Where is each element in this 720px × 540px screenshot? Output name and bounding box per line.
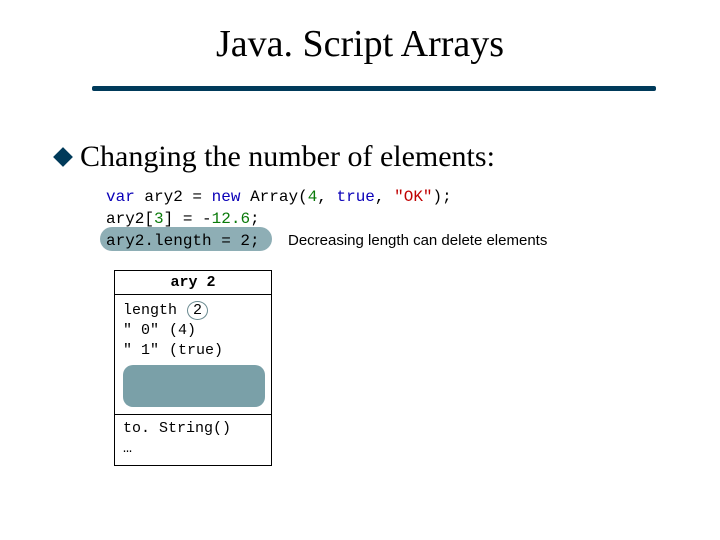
table-row: length 2 — [123, 301, 263, 321]
code-ident: Array — [250, 188, 298, 206]
code-text: ary2.length = 2; — [106, 232, 260, 250]
title-wrap: Java. Script Arrays — [0, 22, 720, 66]
code-number: 3 — [154, 210, 164, 228]
circled-value: 2 — [187, 301, 208, 320]
method-row: to. String() — [123, 419, 263, 439]
code-text: ] = - — [164, 210, 212, 228]
code-text — [240, 188, 250, 206]
page-title: Java. Script Arrays — [216, 22, 504, 66]
prop-val: (true) — [169, 341, 223, 361]
object-name: ary 2 — [115, 271, 271, 295]
code-text: ; — [250, 210, 260, 228]
bullet-row: Changing the number of elements: — [56, 140, 495, 174]
code-block: var ary2 = new Array(4, true, "OK"); ary… — [106, 186, 452, 230]
code-ident: ary2[ — [106, 210, 154, 228]
code-keyword: new — [212, 188, 241, 206]
slide: Java. Script Arrays Changing the number … — [0, 0, 720, 540]
code-text: , — [375, 188, 394, 206]
prop-val: 2 — [187, 301, 208, 321]
code-line-3: ary2.length = 2; — [106, 230, 260, 252]
code-string: "OK" — [394, 188, 432, 206]
diamond-bullet-icon — [53, 147, 73, 167]
prop-key: " 0" — [123, 321, 159, 341]
prop-key: " 1" — [123, 341, 159, 361]
table-row: " 1" (true) — [123, 341, 263, 361]
code-number: 4 — [308, 188, 318, 206]
prop-key: length — [123, 301, 177, 321]
code-text — [135, 188, 145, 206]
deleted-overlay — [123, 365, 265, 407]
object-diagram: ary 2 length 2 " 0" (4) " 1" (true) to. … — [114, 270, 272, 466]
annotation-text: Decreasing length can delete elements — [288, 232, 547, 249]
table-row: " 0" (4) — [123, 321, 263, 341]
code-number: 12.6 — [212, 210, 250, 228]
title-underline — [92, 86, 656, 91]
method-row: … — [123, 439, 263, 459]
bullet-text: Changing the number of elements: — [80, 140, 495, 174]
code-ident: ary2 — [144, 188, 182, 206]
code-keyword: true — [337, 188, 375, 206]
code-text: = — [183, 188, 212, 206]
code-text: ( — [298, 188, 308, 206]
object-properties: length 2 " 0" (4) " 1" (true) — [115, 295, 271, 415]
object-methods: to. String() … — [115, 415, 271, 465]
prop-val: (4) — [169, 321, 196, 341]
code-text: ); — [433, 188, 452, 206]
code-text: , — [317, 188, 336, 206]
code-keyword: var — [106, 188, 135, 206]
